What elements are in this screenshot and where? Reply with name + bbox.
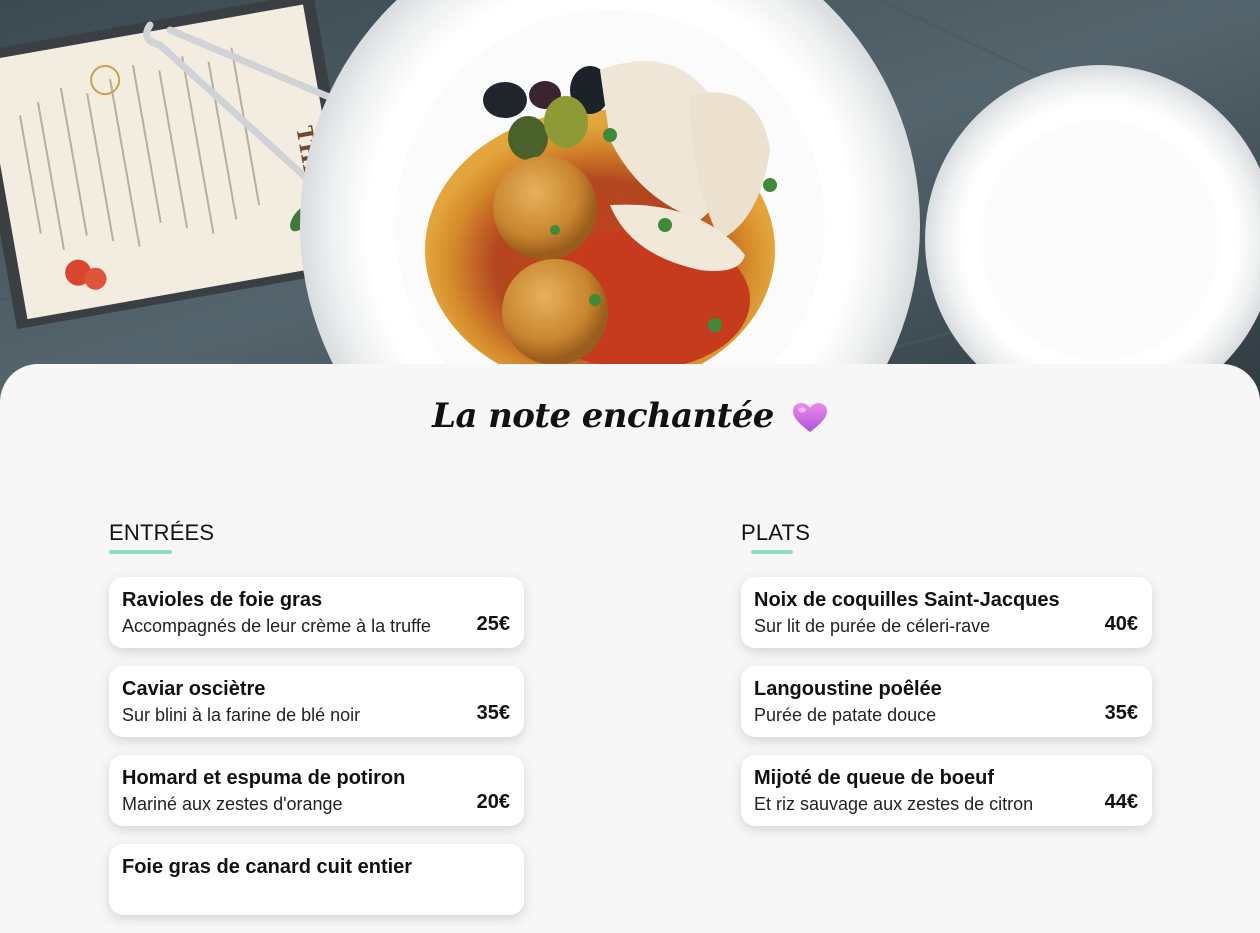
- menu-item-card[interactable]: Langoustine poêlée Purée de patate douce…: [741, 666, 1152, 737]
- menu-item-card[interactable]: Homard et espuma de potiron Mariné aux z…: [109, 755, 524, 826]
- menu-item-description: Sur lit de purée de céleri-rave: [754, 616, 991, 636]
- section-underline: [751, 550, 793, 554]
- menu-item-description: Et riz sauvage aux zestes de citron: [754, 794, 1034, 814]
- menu-item-price: 35€: [476, 702, 510, 724]
- menu-item-description: Sur blini à la farine de blé noir: [122, 705, 361, 725]
- menu-item-name: Langoustine poêlée: [754, 678, 942, 700]
- menu-item-price: 44€: [1104, 791, 1138, 813]
- menu-item-description: Accompagnés de leur crème à la truffe: [122, 616, 431, 636]
- menu-item-card[interactable]: Ravioles de foie gras Accompagnés de leu…: [109, 577, 524, 648]
- menu-item-name: Noix de coquilles Saint-Jacques: [754, 589, 1060, 611]
- menu-item-price: 20€: [476, 791, 510, 813]
- menu-item-description: Purée de patate douce: [754, 705, 937, 725]
- menu-item-price: 25€: [476, 613, 510, 635]
- menu-item-name: Homard et espuma de potiron: [122, 767, 406, 789]
- menu-item-description: Mariné aux zestes d'orange: [122, 794, 343, 814]
- section-title: PLATS: [741, 520, 811, 545]
- restaurant-header: La note enchantée: [0, 392, 1260, 440]
- section-plats: PLATS Noix de coquilles Saint-Jacques Su…: [741, 520, 1152, 844]
- section-title: ENTRÉES: [109, 520, 215, 545]
- menu-item-price: 35€: [1104, 702, 1138, 724]
- hero-food-photo: THE BITE: [0, 0, 1260, 400]
- menu-item-card[interactable]: Foie gras de canard cuit entier: [109, 844, 524, 915]
- restaurant-title: La note enchantée: [432, 396, 774, 436]
- heart-icon: [792, 402, 828, 434]
- menu-item-card[interactable]: Mijoté de queue de boeuf Et riz sauvage …: [741, 755, 1152, 826]
- section-entrees: ENTRÉES Ravioles de foie gras Accompagné…: [109, 520, 524, 933]
- menu-item-card[interactable]: Noix de coquilles Saint-Jacques Sur lit …: [741, 577, 1152, 648]
- menu-item-name: Mijoté de queue de boeuf: [754, 767, 995, 789]
- menu-item-name: Foie gras de canard cuit entier: [122, 856, 413, 878]
- menu-item-card[interactable]: Caviar osciètre Sur blini à la farine de…: [109, 666, 524, 737]
- section-underline: [109, 550, 172, 554]
- menu-item-name: Ravioles de foie gras: [122, 589, 323, 611]
- menu-item-name: Caviar osciètre: [122, 678, 266, 700]
- menu-item-price: 40€: [1104, 613, 1138, 635]
